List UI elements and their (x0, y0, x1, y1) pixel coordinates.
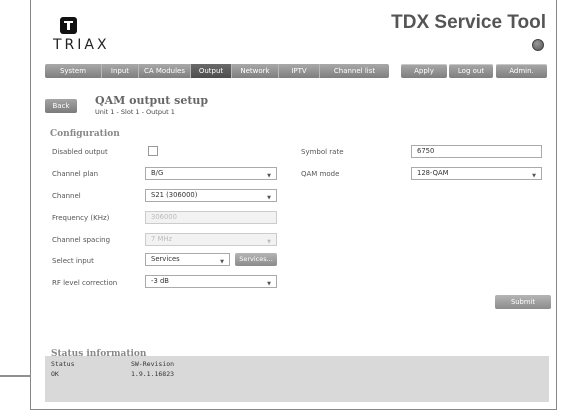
tab-ca-modules[interactable]: CA Modules (139, 64, 191, 78)
frequency-input: 306000 (145, 211, 277, 224)
main-nav: System Input CA Modules Output Network I… (45, 64, 547, 78)
symbol-rate-value: 6750 (417, 147, 435, 155)
submit-button[interactable]: Submit (495, 295, 551, 309)
rf-level-select[interactable]: -3 dB ▼ (145, 275, 277, 288)
nav-tab-group: System Input CA Modules Output Network I… (45, 64, 389, 78)
qam-mode-label: QAM mode (301, 170, 340, 178)
disabled-output-label: Disabled output (52, 148, 108, 156)
page-title: QAM output setup (95, 94, 209, 107)
select-input-select[interactable]: Services ▼ (145, 253, 230, 266)
app-window: TRIAX TDX Service Tool System Input CA M… (30, 0, 557, 410)
tab-network[interactable]: Network (232, 64, 279, 78)
disabled-output-checkbox[interactable] (148, 146, 158, 156)
status-value: OK (51, 370, 59, 378)
rf-level-label: RF level correction (52, 279, 118, 287)
app-header: TRIAX TDX Service Tool (31, 0, 556, 60)
channel-spacing-select: 7 MHz ▼ (145, 233, 277, 246)
logout-button[interactable]: Log out (449, 64, 493, 78)
sw-revision-header: SW-Revision (131, 360, 175, 368)
qam-mode-select[interactable]: 128-QAM ▼ (411, 167, 542, 180)
channel-value: S21 (306000) (151, 191, 198, 199)
chevron-down-icon: ▼ (267, 195, 271, 201)
rf-level-value: -3 dB (151, 277, 169, 285)
select-input-label: Select input (52, 257, 94, 265)
channel-label: Channel (52, 192, 81, 200)
services-button[interactable]: Services... (235, 253, 277, 266)
frequency-label: Frequency (KHz) (52, 214, 110, 222)
tab-output[interactable]: Output (191, 64, 232, 78)
triax-logo-icon (60, 17, 77, 34)
chevron-down-icon: ▼ (267, 281, 271, 287)
chevron-down-icon: ▼ (220, 259, 224, 265)
tab-input[interactable]: Input (102, 64, 139, 78)
channel-select[interactable]: S21 (306000) ▼ (145, 189, 277, 202)
frequency-value: 306000 (151, 213, 177, 221)
channel-plan-label: Channel plan (52, 170, 99, 178)
sw-revision-value: 1.9.1.16823 (131, 370, 175, 378)
select-input-value: Services (151, 255, 180, 263)
tab-iptv[interactable]: IPTV (279, 64, 320, 78)
channel-plan-value: B/G (151, 169, 164, 177)
status-led-icon (532, 39, 544, 51)
channel-spacing-label: Channel spacing (52, 236, 111, 244)
symbol-rate-input[interactable]: 6750 (411, 145, 542, 158)
brand-logo-text: TRIAX (53, 37, 110, 53)
app-title: TDX Service Tool (391, 12, 546, 33)
chevron-down-icon: ▼ (267, 173, 271, 179)
qam-mode-value: 128-QAM (417, 169, 449, 177)
chevron-down-icon: ▼ (267, 239, 271, 245)
page-subtitle: Unit 1 - Slot 1 - Output 1 (95, 108, 175, 116)
configuration-heading: Configuration (50, 129, 120, 139)
status-header: Status (51, 360, 75, 368)
admin-button[interactable]: Admin. (496, 64, 547, 78)
back-button[interactable]: Back (45, 99, 77, 113)
chevron-down-icon: ▼ (532, 173, 536, 179)
status-panel: Status SW-Revision OK 1.9.1.16823 (45, 356, 549, 402)
symbol-rate-label: Symbol rate (301, 148, 344, 156)
tab-channel-list[interactable]: Channel list (320, 64, 389, 78)
apply-button[interactable]: Apply (401, 64, 447, 78)
tab-system[interactable]: System (45, 64, 102, 78)
channel-spacing-value: 7 MHz (151, 235, 173, 243)
channel-plan-select[interactable]: B/G ▼ (145, 167, 277, 180)
